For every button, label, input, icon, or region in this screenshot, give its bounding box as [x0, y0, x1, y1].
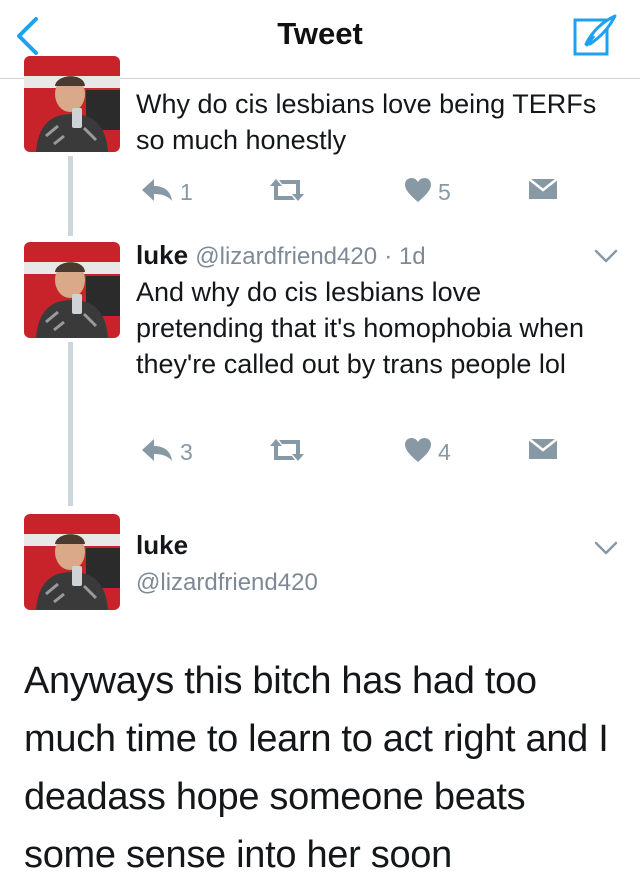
thread-line: [68, 342, 73, 506]
reply-count: 3: [180, 439, 193, 465]
timestamp: · 1d: [384, 243, 426, 270]
avatar[interactable]: [24, 242, 120, 338]
envelope-icon: [528, 177, 558, 206]
retweet-icon: [268, 177, 306, 208]
retweet-icon: [268, 437, 306, 468]
reply-count: 1: [180, 179, 193, 205]
like-count: 4: [438, 439, 451, 465]
tweet-actions: 3 4: [136, 437, 566, 477]
reply-button[interactable]: 1: [140, 177, 193, 208]
tweet-header: luke @lizardfriend420 · 1d: [136, 240, 426, 271]
chevron-down-icon[interactable]: [594, 248, 618, 269]
thread-line: [68, 156, 73, 236]
compose-tweet-icon[interactable]: [572, 14, 618, 63]
direct-message-button[interactable]: [528, 437, 558, 466]
username[interactable]: @lizardfriend420: [136, 569, 318, 596]
like-count: 5: [438, 179, 451, 205]
avatar[interactable]: [24, 514, 120, 610]
direct-message-button[interactable]: [528, 177, 558, 206]
heart-icon: [404, 437, 432, 468]
focused-tweet-text: Anyways this bitch has had too much time…: [24, 660, 609, 876]
tweet-actions: 1 5: [136, 177, 566, 217]
username[interactable]: @lizardfriend420: [195, 243, 377, 270]
reply-icon: [140, 437, 174, 468]
heart-icon: [404, 177, 432, 208]
display-name[interactable]: luke: [136, 240, 188, 270]
retweet-button[interactable]: [268, 437, 306, 468]
focused-display-name[interactable]: luke: [136, 530, 188, 561]
envelope-icon: [528, 437, 558, 466]
like-button[interactable]: 4: [404, 437, 451, 468]
reply-icon: [140, 177, 174, 208]
avatar[interactable]: [24, 56, 120, 152]
retweet-button[interactable]: [268, 177, 306, 208]
reply-button[interactable]: 3: [140, 437, 193, 468]
page-title: Tweet: [277, 16, 363, 51]
chevron-down-icon[interactable]: [594, 540, 618, 561]
focused-username[interactable]: @lizardfriend420: [136, 566, 318, 597]
like-button[interactable]: 5: [404, 177, 451, 208]
display-name[interactable]: luke: [136, 530, 188, 560]
tweet-text: Why do cis lesbians love being TERFs so …: [136, 89, 597, 155]
tweet-text: And why do cis lesbians love pretending …: [136, 277, 584, 379]
